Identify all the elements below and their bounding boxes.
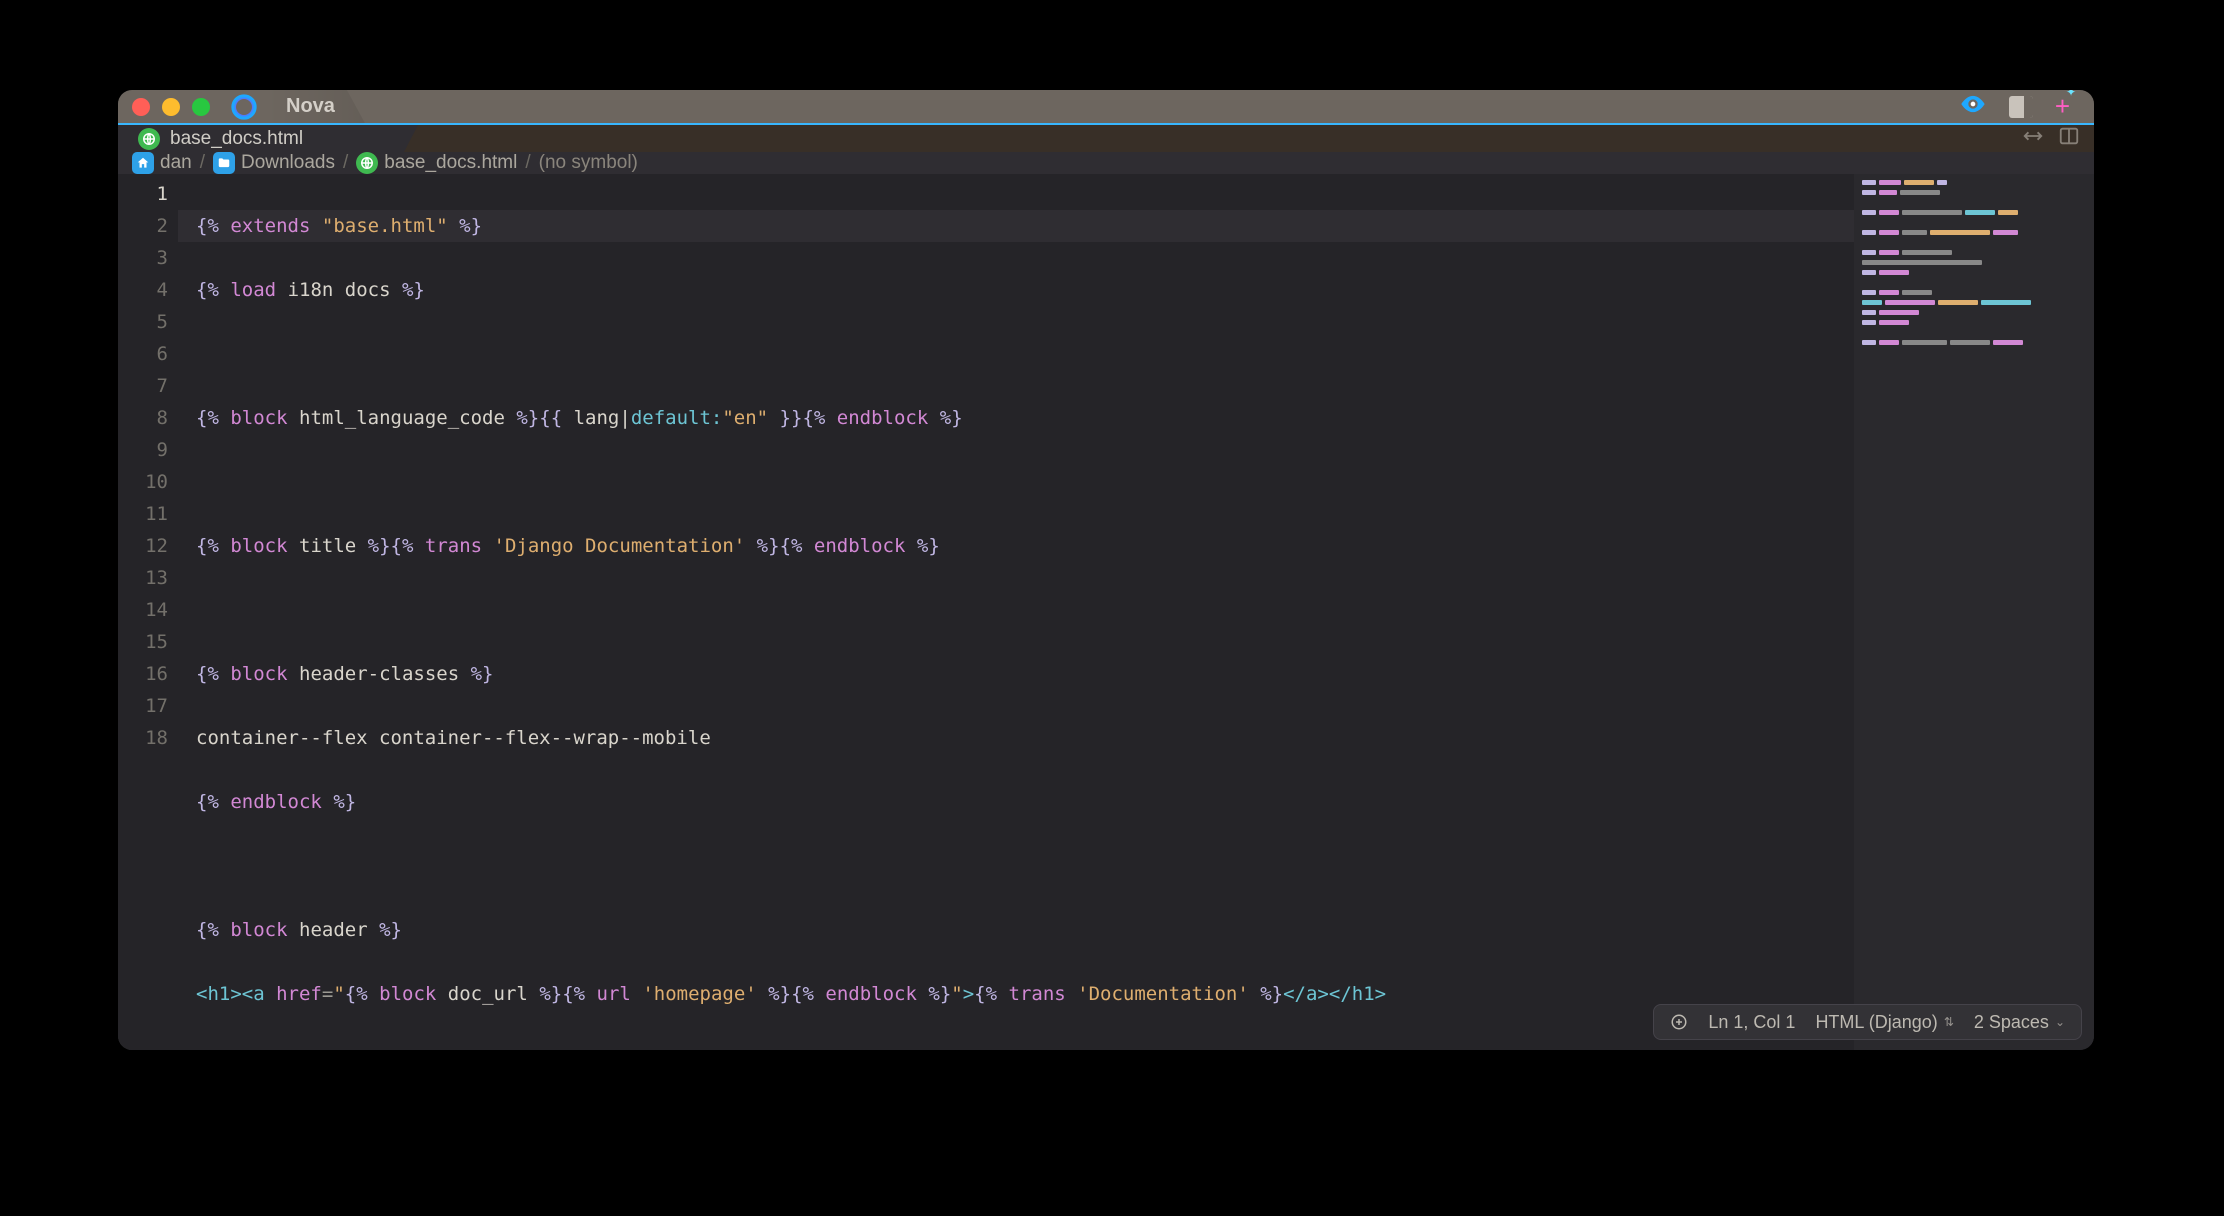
chevron-updown-icon: ⇅ [1944,1015,1954,1029]
line-number: 3 [118,242,168,274]
line-number: 9 [118,434,168,466]
app-title: Nova [266,90,365,123]
line-number: 14 [118,594,168,626]
chevron-down-icon: ⌄ [2055,1015,2065,1029]
path-bar: dan / Downloads / base_docs.html / (no s… [118,152,2094,174]
status-cursor-position[interactable]: Ln 1, Col 1 [1708,1012,1795,1033]
line-number: 11 [118,498,168,530]
file-tab[interactable]: base_docs.html [118,125,418,152]
sync-icon[interactable] [2022,125,2044,152]
app-title-label: Nova [286,95,335,118]
line-number: 8 [118,402,168,434]
breadcrumb-separator: / [343,152,348,174]
panels-icon[interactable] [2009,96,2033,118]
breadcrumb-folder-label: Downloads [241,152,335,174]
split-view-icon[interactable] [2058,125,2080,152]
breadcrumb-symbol[interactable]: (no symbol) [539,152,638,174]
line-number: 16 [118,658,168,690]
breadcrumb-file-label: base_docs.html [384,152,517,174]
app-icon [228,91,260,123]
status-issues-icon[interactable] [1670,1013,1688,1031]
status-bar: Ln 1, Col 1 HTML (Django)⇅ 2 Spaces⌄ [1653,1004,2082,1040]
html-file-icon [138,128,160,150]
line-number: 2 [118,210,168,242]
zoom-window-button[interactable] [192,98,210,116]
line-number: 15 [118,626,168,658]
line-number: 4 [118,274,168,306]
preview-icon[interactable] [1959,90,1987,123]
minimize-window-button[interactable] [162,98,180,116]
breadcrumb-folder[interactable]: Downloads [213,152,335,174]
breadcrumb-separator: / [525,152,530,174]
file-tab-label: base_docs.html [170,128,303,150]
new-tab-icon[interactable]: + [2055,91,2070,122]
line-number: 5 [118,306,168,338]
breadcrumb-separator: / [200,152,205,174]
line-number: 10 [118,466,168,498]
line-number: 12 [118,530,168,562]
home-icon [132,152,154,174]
close-window-button[interactable] [132,98,150,116]
window-controls [132,98,210,116]
line-number: 1 [118,178,168,210]
line-number: 17 [118,690,168,722]
breadcrumb-file[interactable]: base_docs.html [356,152,517,174]
code-content[interactable]: {% extends "base.html" %} {% load i18n d… [178,174,1854,1050]
status-language-selector[interactable]: HTML (Django)⇅ [1815,1012,1953,1033]
app-window: Nova + base_docs.html [118,90,2094,1050]
titlebar: Nova + [118,90,2094,123]
html-file-icon [356,152,378,174]
editor[interactable]: 1 2 3 4 5 6 7 8 9 10 11 12 13 14 15 16 1… [118,174,2094,1050]
folder-icon [213,152,235,174]
line-number: 7 [118,370,168,402]
line-number: 13 [118,562,168,594]
line-number-gutter: 1 2 3 4 5 6 7 8 9 10 11 12 13 14 15 16 1… [118,174,178,1050]
tab-bar: base_docs.html [118,123,2094,152]
line-number: 18 [118,722,168,754]
breadcrumb-home[interactable]: dan [132,152,192,174]
line-number: 6 [118,338,168,370]
minimap[interactable] [1854,174,2094,1050]
status-indent-selector[interactable]: 2 Spaces⌄ [1974,1012,2065,1033]
breadcrumb-home-label: dan [160,152,192,174]
